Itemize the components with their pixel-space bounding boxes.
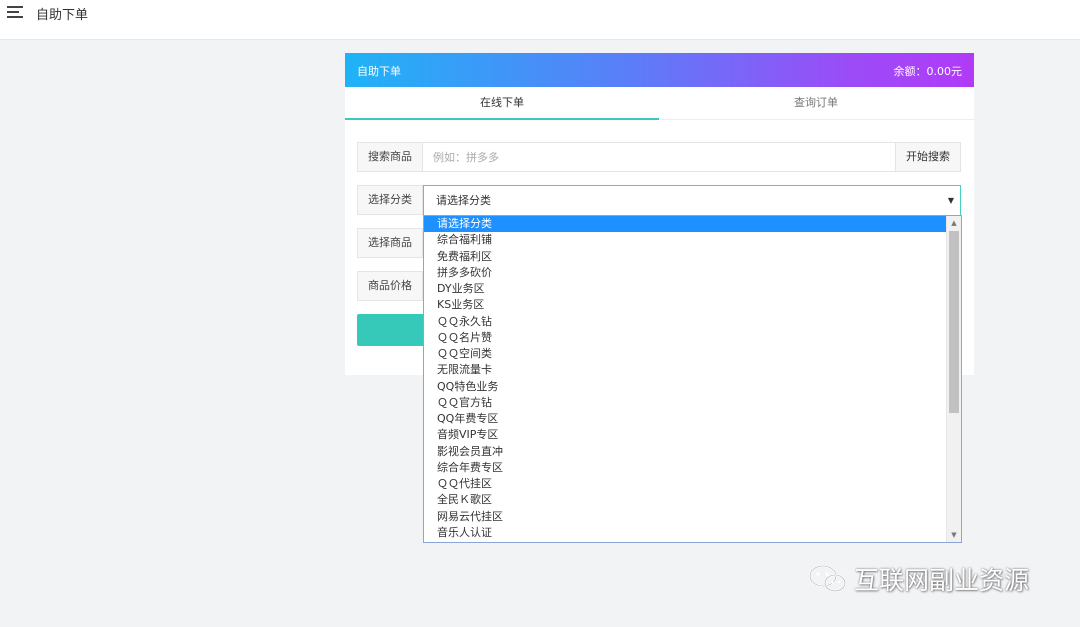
dropdown-option[interactable]: 综合福利铺 [424, 232, 946, 248]
tab-bar: 在线下单 查询订单 [345, 87, 974, 120]
wechat-icon [809, 565, 846, 592]
dropdown-options: 请选择分类 综合福利铺 免费福利区 拼多多砍价 DY业务区 KS业务区 ＱＱ永久钻 ＱＱ名片赞… [424, 216, 946, 541]
dropdown-option[interactable]: 拼多多砍价 [424, 265, 946, 281]
dropdown-option[interactable]: QQ年费专区 [424, 411, 946, 427]
scroll-up-icon[interactable]: ▲ [947, 216, 961, 230]
category-dropdown-list[interactable]: 请选择分类 综合福利铺 免费福利区 拼多多砍价 DY业务区 KS业务区 ＱＱ永久钻 ＱＱ名片赞… [423, 215, 962, 543]
dropdown-option[interactable]: 综合年费专区 [424, 460, 946, 476]
scroll-thumb[interactable] [949, 231, 959, 413]
dropdown-option[interactable]: ＱＱ代挂区 [424, 476, 946, 492]
dropdown-option[interactable]: 网易云代挂区 [424, 509, 946, 525]
dropdown-scrollbar[interactable]: ▲ ▼ [946, 216, 961, 542]
search-input[interactable] [423, 142, 896, 172]
dropdown-option[interactable]: 音频VIP专区 [424, 427, 946, 443]
dropdown-option[interactable]: 影视会员直冲 [424, 444, 946, 460]
card-header: 自助下单 余额：0.00元 [345, 53, 974, 87]
menu-icon[interactable] [7, 6, 23, 19]
dropdown-option[interactable]: 请选择分类 [424, 216, 946, 233]
dropdown-option[interactable]: QQ特色业务 [424, 379, 946, 395]
dropdown-option[interactable]: 全民Ｋ歌区 [424, 492, 946, 508]
dropdown-option[interactable]: KS业务区 [424, 297, 946, 313]
caret-down-icon: ▼ [947, 196, 954, 205]
tab-query-order[interactable]: 查询订单 [659, 87, 973, 120]
page-title: 自助下单 [36, 8, 89, 23]
dropdown-option[interactable]: 免费福利区 [424, 249, 946, 265]
start-search-button[interactable]: 开始搜索 [895, 142, 961, 172]
tab-online-order[interactable]: 在线下单 [345, 87, 659, 120]
category-label: 选择分类 [357, 185, 423, 215]
dropdown-option[interactable]: ＱＱ空间类 [424, 346, 946, 362]
dropdown-option[interactable]: 无限流量卡 [424, 362, 946, 378]
category-select-value: 请选择分类 [436, 194, 491, 207]
dropdown-option[interactable]: 音乐人认证 [424, 525, 946, 541]
dropdown-option[interactable]: ＱＱ永久钻 [424, 314, 946, 330]
balance-label: 余额：0.00元 [893, 65, 963, 78]
dropdown-option[interactable]: DY业务区 [424, 281, 946, 297]
watermark-text: 互联网副业资源 [854, 566, 1030, 595]
search-label: 搜索商品 [357, 142, 423, 172]
category-select[interactable]: 请选择分类 ▼ [423, 185, 961, 216]
watermark: 互联网副业资源 [808, 562, 1029, 596]
dropdown-option[interactable]: ＱＱ名片赞 [424, 330, 946, 346]
dropdown-option[interactable]: ＱＱ官方钻 [424, 395, 946, 411]
price-label: 商品价格 [357, 271, 423, 301]
card-title: 自助下单 [357, 65, 401, 78]
product-label: 选择商品 [357, 228, 423, 258]
scroll-down-icon[interactable]: ▼ [947, 528, 961, 542]
top-bar: 自助下单 [0, 0, 1080, 40]
